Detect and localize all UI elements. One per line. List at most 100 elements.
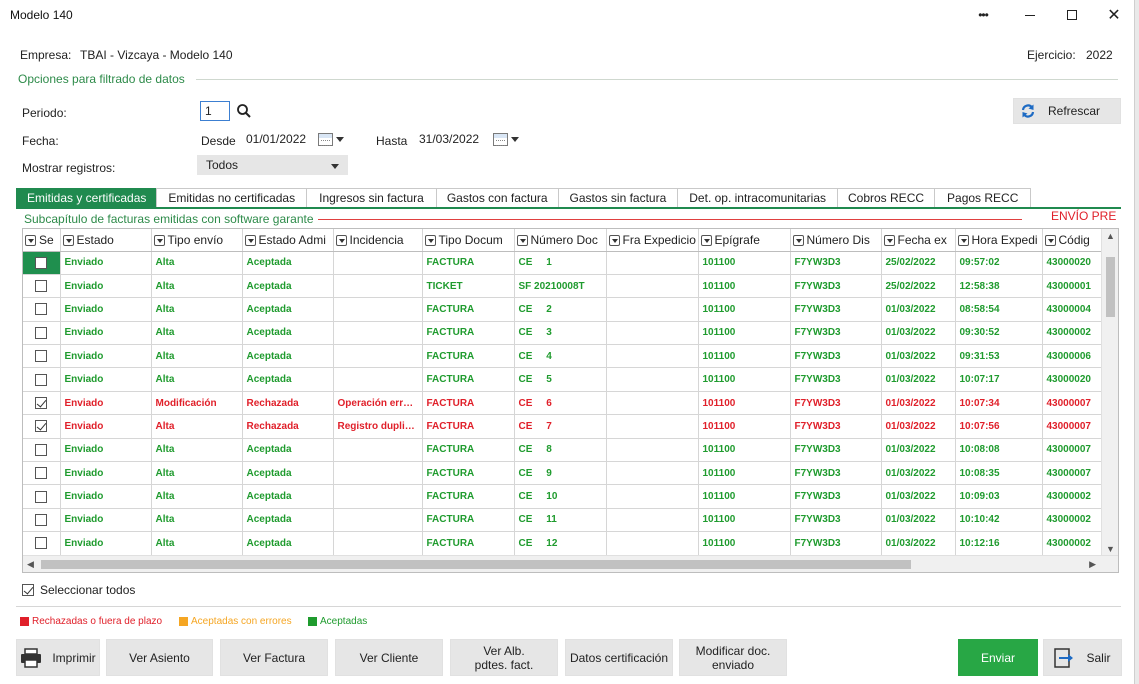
row-select-cell[interactable]: [23, 461, 61, 486]
mostrar-registros-select[interactable]: Todos: [197, 155, 348, 175]
hasta-calendar-button[interactable]: [493, 129, 519, 149]
grid-vertical-scrollbar[interactable]: ▲ ▼: [1101, 229, 1118, 556]
scroll-left-icon[interactable]: ◀: [27, 559, 34, 570]
column-header[interactable]: Estado Admi: [242, 229, 334, 252]
column-filter-icon[interactable]: [608, 235, 620, 247]
datos-certificacion-button[interactable]: Datos certificación: [565, 639, 673, 676]
column-filter-icon[interactable]: [1044, 235, 1056, 247]
scroll-right-icon[interactable]: ▶: [1089, 559, 1096, 570]
table-row[interactable]: Enviado Alta Rechazada Registro duplic... FA…: [23, 414, 1103, 439]
row-checkbox[interactable]: [35, 350, 48, 363]
select-all-checkbox[interactable]: Seleccionar todos: [22, 583, 135, 597]
column-header[interactable]: Estado: [60, 229, 152, 252]
column-header[interactable]: Se: [23, 229, 61, 252]
row-select-cell[interactable]: [23, 508, 61, 533]
table-row[interactable]: Enviado Alta Aceptada FACTURA CE 5 101100 F7YW…: [23, 367, 1103, 392]
grid-horizontal-scrollbar[interactable]: ◀ ▶: [23, 555, 1118, 572]
column-filter-icon[interactable]: [957, 235, 969, 247]
tab-cobros-recc[interactable]: Cobros RECC: [837, 188, 936, 208]
row-checkbox[interactable]: [35, 420, 48, 433]
periodo-search-button[interactable]: [236, 101, 254, 121]
column-filter-icon[interactable]: [883, 235, 895, 247]
row-select-cell[interactable]: [23, 484, 61, 509]
horizontal-scroll-thumb[interactable]: [41, 560, 911, 569]
column-filter-icon[interactable]: [424, 235, 436, 247]
row-checkbox[interactable]: [35, 326, 48, 339]
row-select-cell[interactable]: [23, 297, 61, 322]
table-row[interactable]: Enviado Alta Aceptada FACTURA CE 8 101100 F7YW…: [23, 438, 1103, 463]
row-select-cell[interactable]: [23, 344, 61, 369]
more-options-button[interactable]: •••: [968, 4, 998, 26]
row-select-cell[interactable]: [23, 414, 61, 439]
row-checkbox[interactable]: [35, 490, 48, 503]
tab-det-op-intracomunitarias[interactable]: Det. op. intracomunitarias: [677, 188, 838, 208]
row-checkbox[interactable]: [35, 443, 48, 456]
row-checkbox[interactable]: [35, 513, 48, 526]
salir-button[interactable]: Salir: [1043, 639, 1122, 676]
column-filter-icon[interactable]: [244, 235, 256, 247]
column-header[interactable]: Epígrafe: [698, 229, 791, 252]
maximize-button[interactable]: [1057, 4, 1087, 26]
hasta-date-input[interactable]: 31/03/2022: [414, 129, 488, 149]
periodo-input[interactable]: 1: [200, 101, 230, 121]
ver-cliente-button[interactable]: Ver Cliente: [335, 639, 443, 676]
table-row[interactable]: Enviado Modificación Rechazada Operación er…: [23, 391, 1103, 416]
scroll-up-icon[interactable]: ▲: [1106, 231, 1115, 241]
table-row[interactable]: Enviado Alta Aceptada TICKET SF 20210008T 101…: [23, 274, 1103, 299]
desde-date-input[interactable]: 01/01/2022: [241, 129, 315, 149]
row-select-cell[interactable]: [23, 531, 61, 556]
column-filter-icon[interactable]: [516, 235, 528, 247]
close-button[interactable]: ✕: [1099, 4, 1129, 26]
minimize-button[interactable]: [1015, 4, 1045, 26]
table-row[interactable]: Enviado Alta Aceptada FACTURA CE 10 101100 F7Y…: [23, 484, 1103, 509]
tab-emitidas-certificadas[interactable]: Emitidas y certificadas: [16, 188, 158, 208]
row-checkbox[interactable]: [35, 280, 48, 293]
row-checkbox[interactable]: [35, 303, 48, 316]
column-filter-icon[interactable]: [62, 235, 74, 247]
row-select-cell[interactable]: [23, 251, 61, 275]
modificar-doc-enviado-button[interactable]: Modificar doc. enviado: [679, 639, 787, 676]
table-row[interactable]: Enviado Alta Aceptada FACTURA CE 4 101100 F7YW…: [23, 344, 1103, 369]
column-header[interactable]: Fecha ex: [881, 229, 956, 252]
column-filter-icon[interactable]: [792, 235, 804, 247]
refrescar-button[interactable]: Refrescar: [1013, 98, 1121, 124]
row-checkbox[interactable]: [35, 256, 48, 269]
row-checkbox[interactable]: [35, 467, 48, 480]
tab-pagos-recc[interactable]: Pagos RECC: [934, 188, 1032, 208]
tab-gastos-con-factura[interactable]: Gastos con factura: [435, 188, 559, 208]
column-header[interactable]: Número Dis: [790, 229, 882, 252]
scroll-down-icon[interactable]: ▼: [1106, 544, 1115, 554]
tab-emitidas-no-certificadas[interactable]: Emitidas no certificadas: [156, 188, 308, 208]
ver-asiento-button[interactable]: Ver Asiento: [106, 639, 213, 676]
enviar-button[interactable]: Enviar: [958, 639, 1038, 676]
column-header[interactable]: Hora Expedi: [955, 229, 1043, 252]
column-header[interactable]: Fra Expedicio: [606, 229, 699, 252]
column-filter-icon[interactable]: [700, 235, 712, 247]
row-select-cell[interactable]: [23, 321, 61, 346]
column-filter-icon[interactable]: [335, 235, 347, 247]
tab-ingresos-sin-factura[interactable]: Ingresos sin factura: [306, 188, 437, 208]
row-select-cell[interactable]: [23, 274, 61, 299]
table-row[interactable]: Enviado Alta Aceptada FACTURA CE 1 101100 F7YW…: [23, 251, 1103, 275]
column-filter-icon[interactable]: [153, 235, 165, 247]
row-checkbox[interactable]: [35, 373, 48, 386]
table-row[interactable]: Enviado Alta Aceptada FACTURA CE 2 101100 F7YW…: [23, 297, 1103, 322]
column-filter-icon[interactable]: [25, 235, 36, 247]
imprimir-button[interactable]: Imprimir: [16, 639, 100, 676]
table-row[interactable]: Enviado Alta Aceptada FACTURA CE 12 101100 F7Y…: [23, 531, 1103, 556]
row-select-cell[interactable]: [23, 367, 61, 392]
row-select-cell[interactable]: [23, 438, 61, 463]
table-row[interactable]: Enviado Alta Aceptada FACTURA CE 9 101100 F7YW…: [23, 461, 1103, 486]
table-row[interactable]: Enviado Alta Aceptada FACTURA CE 3 101100 F7YW…: [23, 321, 1103, 346]
row-checkbox[interactable]: [35, 397, 48, 410]
ver-alb-pdtes-button[interactable]: Ver Alb. pdtes. fact.: [450, 639, 558, 676]
column-header[interactable]: Número Doc: [514, 229, 607, 252]
column-header[interactable]: Tipo Docum: [422, 229, 515, 252]
row-checkbox[interactable]: [35, 537, 48, 550]
tab-gastos-sin-factura[interactable]: Gastos sin factura: [557, 188, 679, 208]
column-header[interactable]: Tipo envío: [151, 229, 243, 252]
vertical-scroll-thumb[interactable]: [1106, 257, 1115, 317]
table-row[interactable]: Enviado Alta Aceptada FACTURA CE 11 101100 F7Y…: [23, 508, 1103, 533]
row-select-cell[interactable]: [23, 391, 61, 416]
column-header[interactable]: Códig: [1042, 229, 1103, 252]
